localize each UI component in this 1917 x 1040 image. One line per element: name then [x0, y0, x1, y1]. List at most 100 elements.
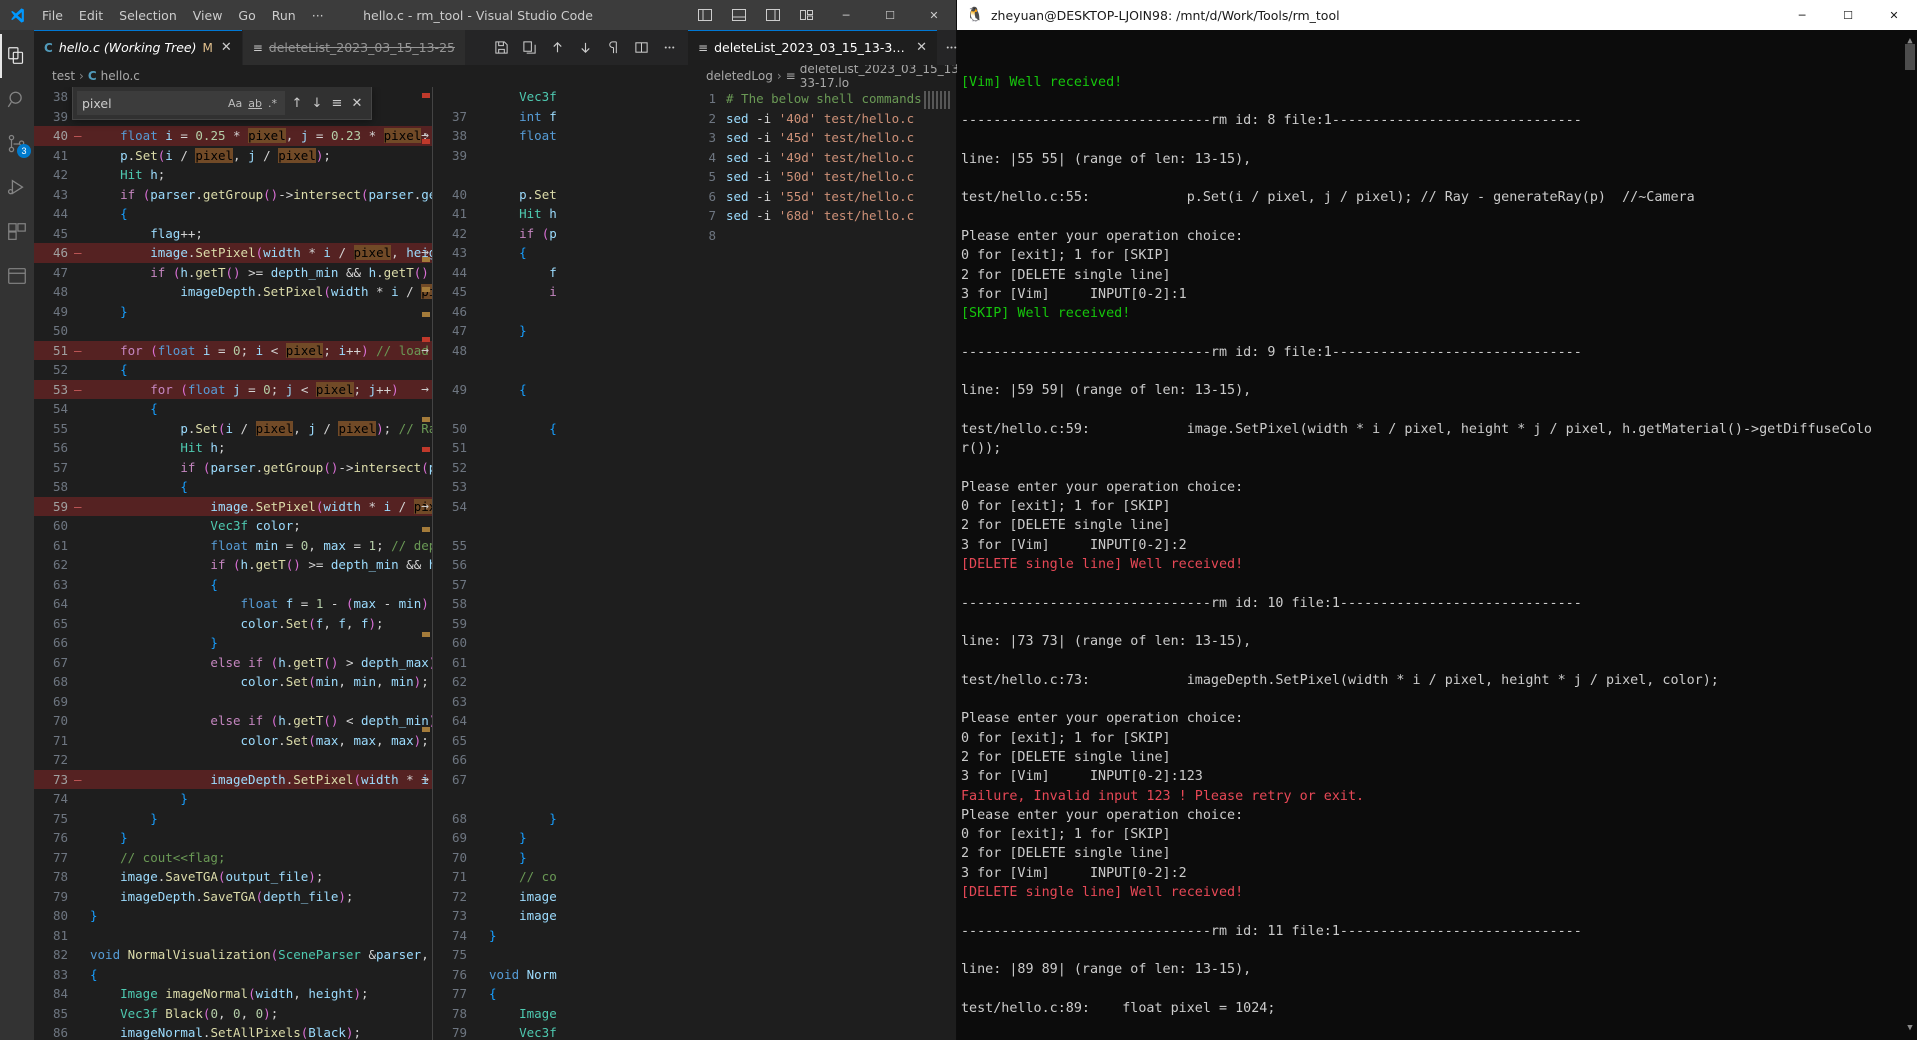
code-text[interactable] [86, 750, 432, 770]
log-text[interactable]: sed -i '55d' test/hello.c [722, 187, 956, 207]
whole-word-icon[interactable]: ab [245, 97, 265, 110]
code-text[interactable] [485, 458, 557, 478]
terminal-output[interactable]: [Vim] Well received! -------------------… [957, 30, 1917, 1040]
code-line[interactable]: 72 image. [433, 887, 557, 907]
find-widget[interactable]: pixel Aa ab .* ↑ ↓ ≡ ✕ [72, 87, 372, 120]
code-line[interactable]: 82 void NormalVisualization(SceneParser &… [34, 945, 432, 965]
code-line[interactable]: 53— for (float j = 0; j < pixel; j++) → [34, 379, 432, 399]
code-text[interactable] [485, 672, 557, 692]
code-text[interactable]: { [86, 965, 432, 985]
breadcrumb[interactable]: test › C hello.c [34, 65, 688, 87]
code-line[interactable]: 80} [34, 906, 432, 926]
log-line[interactable]: 4 sed -i '49d' test/hello.c [688, 148, 956, 168]
code-text[interactable]: // cout<<flag; [86, 848, 432, 868]
code-line[interactable]: 86 imageNormal.SetAllPixels(Black); [34, 1023, 432, 1040]
tab-delete-list-log[interactable]: ≡ deleteList_2023_03_15_13-33-17.log ✕ [688, 30, 938, 65]
code-text[interactable] [485, 555, 557, 575]
code-text[interactable] [485, 341, 557, 361]
toggle-primary-sidebar-icon[interactable] [688, 0, 722, 30]
code-text[interactable]: image.SetPixel(width * i / pixel [86, 497, 432, 517]
code-text[interactable] [485, 165, 557, 185]
code-text[interactable] [485, 594, 557, 614]
menu-more[interactable]: ··· [304, 5, 332, 26]
terminal-close-button[interactable]: ✕ [1871, 0, 1917, 30]
code-text[interactable]: } [485, 321, 557, 341]
diff-pane-original[interactable]: 38 float pixel = 1024;3940— float i = 0.… [34, 87, 432, 1040]
log-text[interactable]: # The below shell commands [722, 89, 956, 109]
code-line[interactable]: 41 Hit h; [433, 204, 557, 224]
code-line[interactable]: 50 { [433, 419, 557, 439]
log-text[interactable]: sed -i '49d' test/hello.c [722, 148, 956, 168]
code-line[interactable]: 84 Image imageNormal(width, height); [34, 984, 432, 1004]
code-line[interactable]: 37 int fl [433, 107, 557, 127]
code-text[interactable]: if (h.getT() >= depth_min && h.getT() <= [86, 263, 432, 283]
code-text[interactable] [485, 399, 557, 419]
code-text[interactable]: { [86, 204, 432, 224]
tab-close-icon[interactable]: ✕ [221, 40, 232, 55]
customize-layout-icon[interactable] [790, 0, 824, 30]
sidebar-item-explorer[interactable] [0, 34, 34, 78]
code-line[interactable]: 77 // cout<<flag; [34, 848, 432, 868]
code-text[interactable]: int fl [485, 107, 557, 127]
code-text[interactable]: Image imageNormal(width, height); [86, 984, 432, 1004]
code-line[interactable]: 60 Vec3f color; [34, 516, 432, 536]
code-line[interactable]: 52 { [34, 360, 432, 380]
code-text[interactable]: imageDepth.SetPixel(width * i / pixel [86, 282, 432, 302]
log-content-pane[interactable]: 1 # The below shell commands 2 sed -i '40d'… [688, 87, 956, 1040]
code-line[interactable]: 74 } [34, 789, 432, 809]
code-line[interactable]: 64 float f = 1 - (max - min) * ( [34, 594, 432, 614]
sidebar-item-source-control[interactable]: 3 [0, 122, 34, 166]
terminal-maximize-button[interactable]: ☐ [1825, 0, 1871, 30]
log-editor[interactable]: 1 # The below shell commands 2 sed -i '40d'… [688, 87, 956, 1040]
window-maximize-button[interactable]: ☐ [868, 0, 912, 30]
code-line[interactable]: 42 if (pa [433, 224, 557, 244]
code-text[interactable]: float f = 1 - (max - min) * ( [86, 594, 432, 614]
match-case-icon[interactable]: Aa [225, 97, 245, 110]
code-text[interactable]: Image [485, 1004, 557, 1024]
code-line[interactable]: 45 flag++; [34, 224, 432, 244]
code-text[interactable]: fl [485, 263, 557, 283]
code-text[interactable]: void Norma [485, 965, 557, 985]
log-text[interactable]: sed -i '45d' test/hello.c [722, 128, 956, 148]
breadcrumb[interactable]: deletedLog › ≡ deleteList_2023_03_15_13-… [688, 62, 963, 90]
code-text[interactable]: } [86, 789, 432, 809]
code-text[interactable]: } [485, 809, 557, 829]
code-text[interactable] [485, 497, 557, 517]
code-line[interactable]: 63 { [34, 575, 432, 595]
menu-file[interactable]: File [34, 5, 71, 26]
minimap[interactable] [924, 91, 952, 109]
code-text[interactable]: { [86, 575, 432, 595]
scroll-down-arrow-icon[interactable]: ▼ [1905, 1019, 1915, 1038]
code-line[interactable]: 54 { [34, 399, 432, 419]
code-line[interactable]: 79 Vec3f [433, 1023, 557, 1040]
tab-delete-list-13-25[interactable]: ≡ deleteList_2023_03_15_13-25 [242, 30, 466, 65]
code-line[interactable] [433, 399, 557, 419]
terminal-minimize-button[interactable]: ─ [1779, 0, 1825, 30]
code-line[interactable]: 42 Hit h; [34, 165, 432, 185]
code-text[interactable]: image.SetPixel(width * i / pixel, height [86, 243, 432, 263]
code-text[interactable]: { [485, 380, 557, 400]
code-text[interactable]: if (pa [485, 224, 557, 244]
code-line[interactable]: 79 imageDepth.SaveTGA(depth_file); [34, 887, 432, 907]
code-text[interactable] [485, 770, 557, 790]
menu-run[interactable]: Run [264, 5, 304, 26]
menu-selection[interactable]: Selection [111, 5, 185, 26]
code-line[interactable]: 58 { [34, 477, 432, 497]
code-text[interactable]: { [485, 243, 557, 263]
code-text[interactable]: imageDepth.SetPixel(width * i / p [86, 770, 432, 790]
code-line[interactable]: 85 Vec3f Black(0, 0, 0); [34, 1004, 432, 1024]
log-text[interactable]: sed -i '68d' test/hello.c [722, 206, 956, 226]
code-line[interactable]: 65 [433, 731, 557, 751]
log-line[interactable]: 7 sed -i '68d' test/hello.c [688, 206, 956, 226]
code-text[interactable]: flag++; [86, 224, 432, 244]
code-line[interactable]: 40 p.Set( [433, 185, 557, 205]
code-line[interactable]: 55 p.Set(i / pixel, j / pixel); // Ray [34, 419, 432, 439]
code-text[interactable]: } [86, 302, 432, 322]
menu-view[interactable]: View [185, 5, 231, 26]
log-line[interactable]: 3 sed -i '45d' test/hello.c [688, 128, 956, 148]
code-line[interactable]: 66 [433, 750, 557, 770]
code-text[interactable] [485, 692, 557, 712]
code-line[interactable]: 47 } [433, 321, 557, 341]
window-close-button[interactable]: ✕ [912, 0, 956, 30]
sidebar-item-remote-explorer[interactable] [0, 254, 34, 298]
